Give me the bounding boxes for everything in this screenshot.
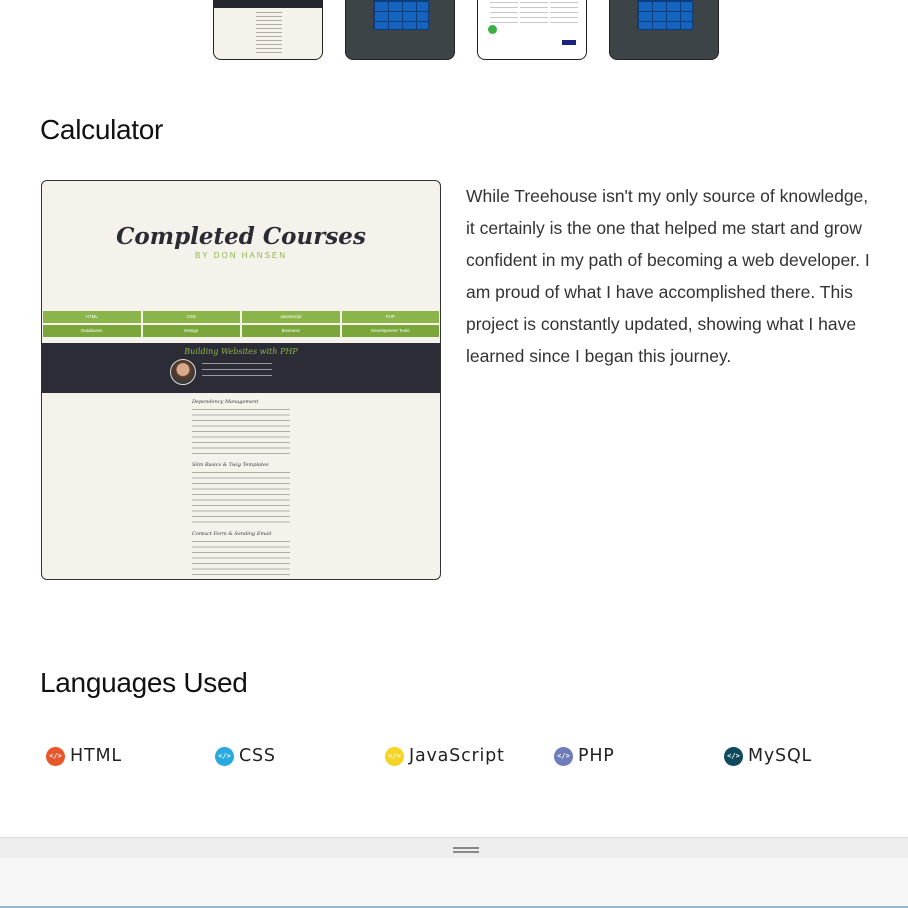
- code-icon: </>: [724, 746, 743, 766]
- language-label: JavaScript: [409, 746, 505, 766]
- code-icon: </>: [385, 746, 404, 766]
- screenshot-section-heading: Slim Basics & Twig Templates: [192, 462, 269, 468]
- screenshot-heading: Completed Courses: [116, 223, 366, 250]
- screenshot-nav-item: CSS: [142, 311, 240, 323]
- project-title: Calculator: [40, 114, 164, 145]
- language-item-css: </> CSS: [215, 746, 276, 766]
- thumbnail-text-lines: [256, 12, 282, 56]
- bottom-drawer: [0, 837, 908, 908]
- code-icon: </>: [215, 746, 234, 766]
- screenshot-course-title: Building Websites with PHP: [184, 347, 298, 356]
- thumbnail-budget[interactable]: [477, 0, 587, 60]
- screenshot-course-meta: [202, 363, 272, 381]
- project-thumbnails: [213, 0, 719, 60]
- screenshot-text-block: [192, 541, 290, 579]
- thumbnail-column: [520, 2, 548, 24]
- screenshot-nav-item: HTML: [43, 311, 141, 323]
- language-label: CSS: [239, 746, 276, 766]
- screenshot-nav-item: Development Tools: [341, 325, 439, 337]
- screenshot-nav: HTML CSS JavaScript PHP Databases Design…: [43, 311, 439, 337]
- thumbnail-courses[interactable]: [213, 0, 323, 60]
- thumbnail-calculator-2[interactable]: [609, 0, 719, 60]
- languages-title: Languages Used: [40, 667, 248, 698]
- screenshot-section-heading: Contact Form & Sending Email: [192, 531, 272, 537]
- screenshot-nav-item: Design: [142, 325, 240, 337]
- project-screenshot[interactable]: Completed Courses BY DON HANSEN HTML CSS…: [41, 180, 441, 580]
- language-label: MySQL: [748, 746, 813, 766]
- project-description: While Treehouse isn't my only source of …: [466, 186, 870, 366]
- screenshot-subheading: BY DON HANSEN: [194, 251, 288, 260]
- screenshot-nav-item: Business: [242, 325, 340, 337]
- screenshot-text-block: [192, 409, 290, 454]
- calculator-keypad: [373, 0, 429, 30]
- language-item-html: </> HTML: [46, 746, 122, 766]
- thumbnail-status-dot: [488, 25, 497, 34]
- language-label: HTML: [70, 746, 122, 766]
- screenshot-section-heading: Dependency Management: [192, 399, 259, 405]
- thumbnail-header: [214, 0, 322, 8]
- screenshot-nav-item: PHP: [341, 311, 439, 323]
- thumbnail-button: [562, 40, 576, 45]
- drag-handle-icon[interactable]: [453, 847, 479, 853]
- language-label: PHP: [578, 746, 615, 766]
- screenshot-nav-item: JavaScript: [242, 311, 340, 323]
- code-icon: </>: [46, 746, 65, 766]
- language-item-javascript: </> JavaScript: [385, 746, 505, 766]
- thumbnail-column: [490, 2, 518, 24]
- screenshot-nav-item: Databases: [43, 325, 141, 337]
- calculator-keypad: [637, 0, 693, 30]
- screenshot-text-block: [192, 472, 290, 524]
- language-item-php: </> PHP: [554, 746, 615, 766]
- code-icon: </>: [554, 746, 573, 766]
- thumbnail-column: [550, 2, 578, 24]
- language-item-mysql: </> MySQL: [724, 746, 812, 766]
- avatar: [170, 359, 196, 385]
- thumbnail-calculator[interactable]: [345, 0, 455, 60]
